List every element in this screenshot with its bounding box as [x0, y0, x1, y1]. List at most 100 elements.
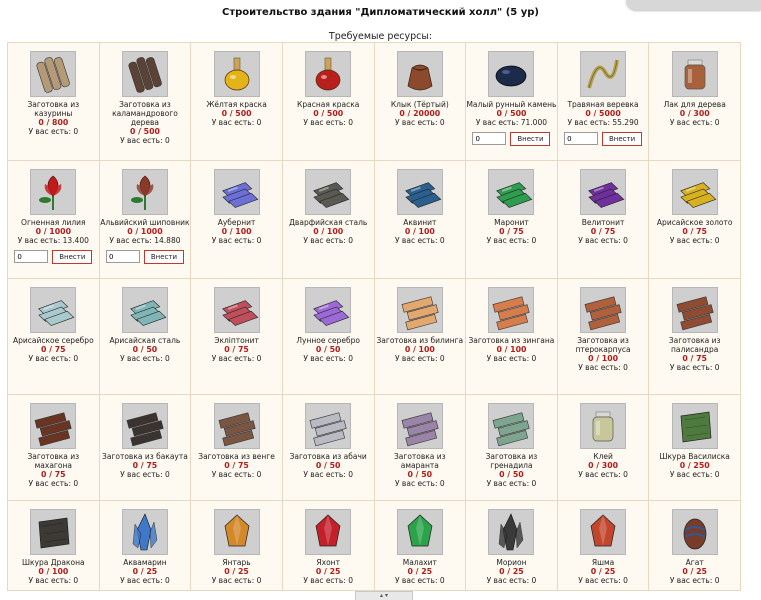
- resource-owned: У вас есть: 0: [303, 576, 354, 585]
- resource-name: Янтарь: [222, 558, 251, 567]
- resource-name: Заготовка из палисандра: [668, 336, 721, 354]
- resource-required-count: 0 / 25: [407, 567, 433, 576]
- resource-name: Велитонит: [581, 218, 625, 227]
- flask-icon: [305, 51, 352, 97]
- resource-required-count: 0 / 50: [499, 470, 524, 479]
- rope-icon: [580, 51, 627, 97]
- crystal-icon: [488, 509, 535, 555]
- resource-required-count: 0 / 75: [590, 227, 616, 236]
- resource-required-count: 0 / 250: [679, 461, 710, 470]
- gem-icon: [305, 509, 352, 555]
- resource-cell: Заготовка из венге 0 / 75 У вас есть: 0: [190, 394, 283, 501]
- plank-icon: [396, 287, 443, 333]
- ingot-icon: [671, 169, 718, 215]
- resource-cell: Арисайская сталь 0 / 50 У вас есть: 0: [98, 278, 192, 395]
- resource-cell: Велитонит 0 / 75 У вас есть: 0: [556, 160, 650, 279]
- resource-cell: Малый рунный камень 0 / 500 У вас есть: 71…: [465, 42, 558, 161]
- resource-name: Клык (Тёртый): [390, 100, 449, 109]
- resource-required-count: 0 / 1000: [127, 227, 163, 236]
- deposit-amount-input[interactable]: [105, 250, 140, 263]
- resource-required-count: 0 / 100: [588, 354, 619, 363]
- resource-owned: У вас есть: 55.290: [567, 118, 639, 127]
- resource-name: Заготовка из бакаута: [102, 452, 188, 461]
- resource-owned: У вас есть: 0: [486, 236, 537, 245]
- resource-name: Шкура Василиска: [659, 452, 730, 461]
- ingot-icon: [213, 169, 260, 215]
- resource-name: Жёлтая краска: [206, 100, 267, 109]
- resource-cell: Заготовка из гренадила 0 / 50 У вас есть: …: [465, 394, 558, 501]
- resource-name: Дварфийская сталь: [289, 218, 368, 227]
- resource-cell: Заготовка из билинга 0 / 100 У вас есть: 0: [373, 278, 467, 395]
- resource-name: Заготовка из венге: [198, 452, 275, 461]
- resource-required-count: 0 / 5000: [585, 109, 621, 118]
- resource-required-count: 0 / 100: [38, 567, 69, 576]
- deposit-button[interactable]: Внести: [602, 132, 643, 146]
- ingot-icon: [30, 287, 77, 333]
- plank-icon: [671, 287, 718, 333]
- resource-owned: У вас есть: 14.880: [109, 236, 181, 245]
- resource-owned: У вас есть: 0: [669, 118, 720, 127]
- ingot-icon: [305, 169, 352, 215]
- deposit-amount-input[interactable]: [564, 132, 599, 145]
- resource-required-count: 0 / 500: [496, 109, 527, 118]
- page-title: Строительство здания "Дипломатический хо…: [222, 7, 539, 18]
- resource-required-count: 0 / 75: [224, 461, 249, 470]
- resource-owned: У вас есть: 0: [394, 354, 445, 363]
- resource-owned: У вас есть: 0: [28, 354, 79, 363]
- resource-owned: У вас есть: 13.400: [17, 236, 89, 245]
- resource-owned: У вас есть: 0: [669, 363, 720, 372]
- resource-name: Малый рунный камень: [466, 100, 557, 109]
- resource-name: Экліптонит: [214, 336, 259, 345]
- resource-cell: Аквамарин 0 / 25 У вас есть: 0: [98, 500, 192, 591]
- resource-cell: Лунное серебро 0 / 50 У вас есть: 0: [281, 278, 375, 395]
- resource-name: Яхонт: [316, 558, 340, 567]
- resource-owned: У вас есть: 0: [211, 236, 262, 245]
- resource-required-count: 0 / 75: [132, 461, 158, 470]
- gem-icon: [396, 509, 443, 555]
- resource-name: Маронит: [494, 218, 529, 227]
- deposit-button[interactable]: Внести: [143, 250, 184, 264]
- deposit-form: Внести: [558, 132, 648, 146]
- resource-owned: У вас есть: 0: [486, 354, 537, 363]
- resource-owned: У вас есть: 0: [211, 470, 262, 479]
- resource-owned: У вас есть: 0: [211, 576, 262, 585]
- resource-owned: У вас есть: 0: [303, 118, 354, 127]
- deposit-form: Внести: [8, 250, 98, 264]
- grid-row: Шкура Дракона 0 / 100 У вас есть: 0 Аквама…: [7, 500, 741, 591]
- resource-name: Шкура Дракона: [22, 558, 85, 567]
- deposit-amount-input[interactable]: [14, 250, 49, 263]
- resource-required-count: 0 / 25: [315, 567, 341, 576]
- resource-required-count: 0 / 75: [224, 345, 249, 354]
- resource-cell: Клей 0 / 300 У вас есть: 0: [556, 394, 650, 501]
- deposit-button[interactable]: Внести: [52, 250, 93, 264]
- ingot-icon: [488, 169, 535, 215]
- grid-row: Заготовка из махагона 0 / 75 У вас есть: 0…: [7, 394, 741, 501]
- deposit-button[interactable]: Внести: [510, 132, 551, 146]
- resource-required-count: 0 / 50: [407, 470, 433, 479]
- resource-owned: У вас есть: 0: [120, 576, 170, 585]
- resource-required-count: 0 / 100: [404, 345, 435, 354]
- pouch-icon: [396, 51, 443, 97]
- flask-icon: [213, 51, 260, 97]
- resource-name: Огненная лилия: [21, 218, 86, 227]
- resource-required-count: 0 / 300: [588, 461, 619, 470]
- resource-cell: Яхонт 0 / 25 У вас есть: 0: [281, 500, 375, 591]
- gem-icon: [580, 509, 627, 555]
- resource-cell: Шкура Василиска 0 / 250 У вас есть: 0: [648, 394, 741, 501]
- resource-owned: У вас есть: 71.000: [475, 118, 548, 127]
- resource-name: Заготовка из абачи: [289, 452, 367, 461]
- resource-required-count: 0 / 50: [132, 345, 158, 354]
- resource-owned: У вас есть: 0: [303, 470, 354, 479]
- resource-required-count: 0 / 100: [496, 345, 527, 354]
- deposit-amount-input[interactable]: [472, 132, 507, 145]
- resource-required-count: 0 / 75: [682, 227, 707, 236]
- resource-cell: Агат 0 / 25 У вас есть: 0: [648, 500, 741, 591]
- resource-cell: Клык (Тёртый) 0 / 20000 У вас есть: 0: [373, 42, 467, 161]
- gem-icon: [213, 509, 260, 555]
- resource-required-count: 0 / 1000: [35, 227, 72, 236]
- resource-cell: Заготовка из каламандрового дерева 0 / 50…: [98, 42, 192, 161]
- resource-required-count: 0 / 75: [499, 227, 524, 236]
- resource-name: Заготовка из каламандрового дерева: [112, 100, 178, 127]
- grid-row: Арисайское серебро 0 / 75 У вас есть: 0 Ар…: [7, 278, 741, 395]
- log-icon: [30, 51, 77, 97]
